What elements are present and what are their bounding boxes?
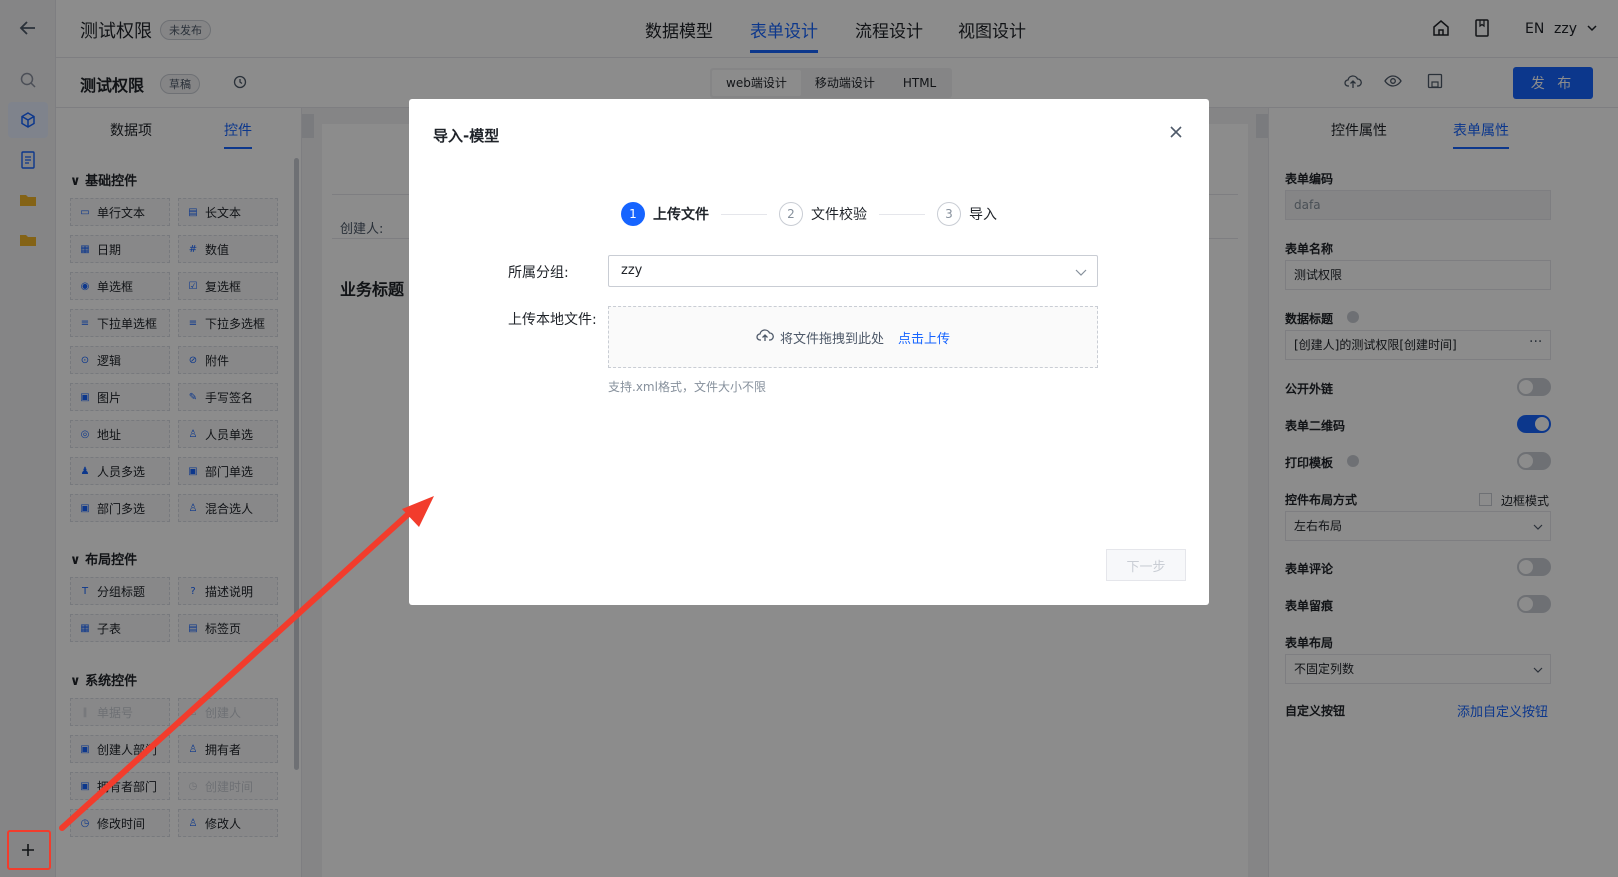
annotation-arrow [59, 496, 434, 831]
